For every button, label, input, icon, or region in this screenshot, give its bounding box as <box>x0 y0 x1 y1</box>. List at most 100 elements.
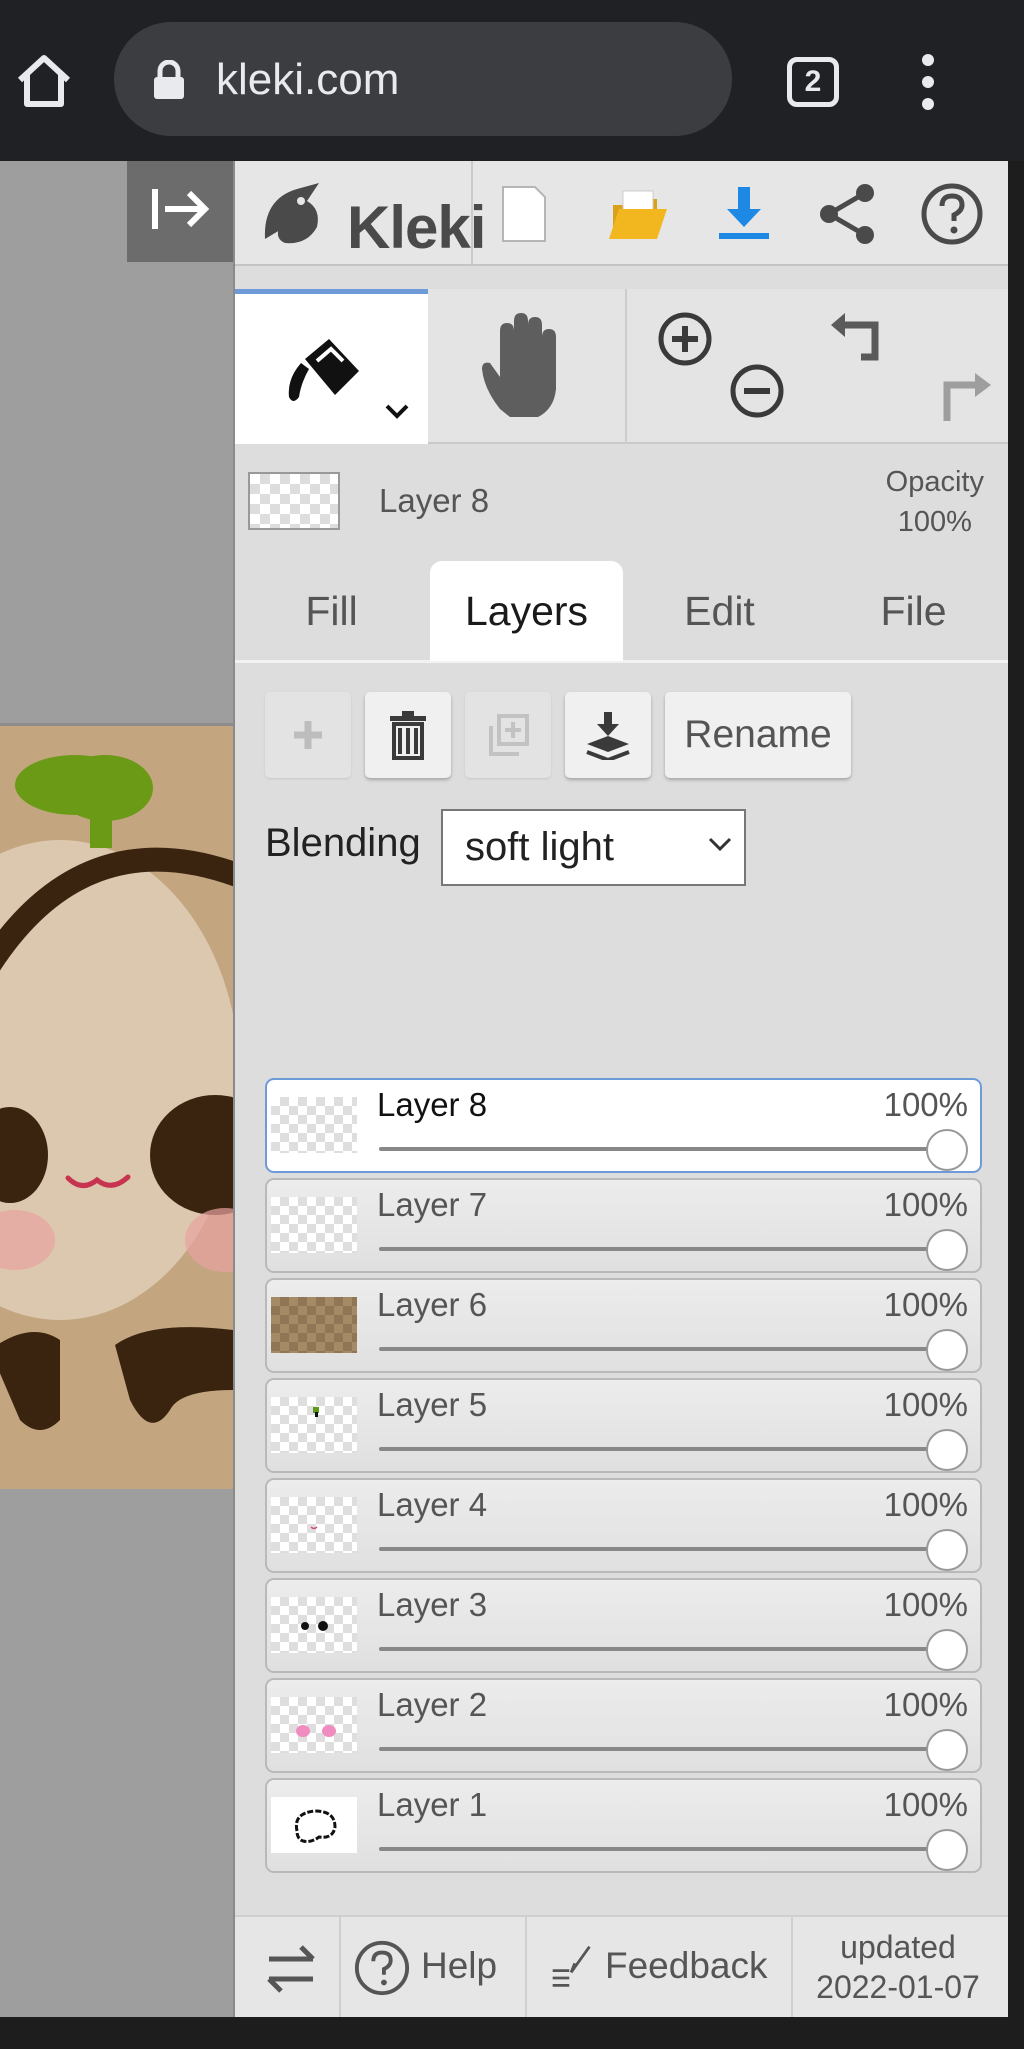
layers-tab-content: Rename Blending soft light Layer 8 100% … <box>235 666 1010 1911</box>
opacity-slider-track[interactable] <box>379 1447 949 1451</box>
swap-sides-icon[interactable] <box>261 1939 321 1999</box>
url-text[interactable]: kleki.com <box>216 50 399 110</box>
current-layer-info: Layer 8 Opacity 100% <box>235 444 1010 549</box>
blending-mode-value: soft light <box>465 825 614 869</box>
undo-icon[interactable] <box>827 309 887 369</box>
tool-panel: Kleki Layer 8 Opacity 100% Fill Layers E… <box>233 161 1010 2019</box>
duplicate-icon <box>489 714 529 756</box>
tab-switcher-button[interactable]: 2 <box>787 57 839 107</box>
opacity-slider-track[interactable] <box>379 1547 949 1551</box>
layer-row-5[interactable]: Layer 5 100% <box>265 1378 982 1473</box>
merge-down-button[interactable] <box>565 692 651 778</box>
zoom-in-icon[interactable] <box>655 309 715 369</box>
blending-mode-select[interactable]: soft light <box>441 809 746 886</box>
updated-label: updated <box>840 1929 956 1965</box>
opacity-slider-track[interactable] <box>379 1147 949 1151</box>
fill-tool-button[interactable] <box>235 289 428 444</box>
opacity-slider-handle[interactable] <box>926 1429 968 1471</box>
help-label[interactable]: Help <box>421 1945 497 1987</box>
opacity-slider-track[interactable] <box>379 1247 949 1251</box>
layer-opacity: 100% <box>883 1686 968 1723</box>
more-menu-icon[interactable] <box>910 52 946 112</box>
opacity-slider-handle[interactable] <box>926 1329 968 1371</box>
opacity-slider-handle[interactable] <box>926 1229 968 1271</box>
layer-row-4[interactable]: Layer 4 100% <box>265 1478 982 1573</box>
duplicate-layer-button[interactable] <box>465 692 551 778</box>
opacity-value: 100% <box>897 506 972 538</box>
current-layer-thumbnail <box>248 472 340 530</box>
opacity-slider-track[interactable] <box>379 1647 949 1651</box>
opacity-slider-track[interactable] <box>379 1347 949 1351</box>
opacity-label: Opacity <box>885 466 984 498</box>
hand-tool-button[interactable] <box>428 289 621 444</box>
help-icon[interactable] <box>919 181 985 247</box>
panel-tabs: Fill Layers Edit File <box>235 561 1010 663</box>
layer-row-2[interactable]: Layer 2 100% <box>265 1678 982 1773</box>
collapse-panel-button[interactable] <box>127 161 233 262</box>
layer-thumb-art <box>294 1809 337 1843</box>
layer-thumbnail <box>271 1097 357 1153</box>
layer-thumbnail <box>271 1397 357 1453</box>
address-bar[interactable] <box>114 22 732 136</box>
layer-name: Layer 7 <box>377 1186 488 1223</box>
app-name: Kleki <box>347 194 486 261</box>
trash-icon <box>390 711 426 760</box>
opacity-slider-track[interactable] <box>379 1847 949 1851</box>
layer-thumb-art <box>296 1725 336 1737</box>
panel-footer: Help Feedback updated 2022-01-07 <box>235 1915 1010 2019</box>
layer-thumbnail <box>271 1797 357 1853</box>
new-image-icon[interactable] <box>489 181 555 247</box>
layer-thumbnail <box>271 1297 357 1353</box>
layer-name: Layer 4 <box>377 1486 488 1523</box>
blending-label: Blending <box>265 821 421 865</box>
layer-row-1[interactable]: Layer 1 100% <box>265 1778 982 1873</box>
tab-fill[interactable]: Fill <box>235 561 428 661</box>
layer-thumbnail <box>271 1497 357 1553</box>
tab-edit[interactable]: Edit <box>623 561 816 661</box>
paint-bucket-icon <box>288 339 409 419</box>
lock-icon <box>154 60 184 99</box>
layer-row-3[interactable]: Layer 3 100% <box>265 1578 982 1673</box>
opacity-slider-track[interactable] <box>379 1747 949 1751</box>
layer-opacity: 100% <box>883 1286 968 1323</box>
opacity-slider-handle[interactable] <box>926 1829 968 1871</box>
layer-row-8[interactable]: Layer 8 100% <box>265 1078 982 1173</box>
toolbar-divider <box>471 161 473 266</box>
layer-opacity: 100% <box>883 1786 968 1823</box>
tab-file[interactable]: File <box>817 561 1010 661</box>
delete-layer-button[interactable] <box>365 692 451 778</box>
download-icon[interactable] <box>711 181 777 247</box>
screen-edge <box>1008 161 1024 2017</box>
add-layer-button[interactable] <box>265 692 351 778</box>
tool-row <box>235 289 1010 444</box>
feedback-pen-icon <box>552 1945 591 1987</box>
layer-row-7[interactable]: Layer 7 100% <box>265 1178 982 1273</box>
logo-icon <box>264 183 319 244</box>
layer-thumb-art <box>301 1621 328 1631</box>
zoom-controls <box>625 289 815 444</box>
updated-info: updated 2022-01-07 <box>793 1927 1003 2007</box>
zoom-out-icon[interactable] <box>727 361 787 421</box>
opacity-slider-handle[interactable] <box>926 1729 968 1771</box>
tab-layers[interactable]: Layers <box>430 561 623 661</box>
feedback-label[interactable]: Feedback <box>605 1945 768 1987</box>
open-folder-icon[interactable] <box>605 181 671 247</box>
home-icon[interactable] <box>14 50 74 110</box>
rename-layer-button[interactable]: Rename <box>665 692 851 778</box>
layer-name: Layer 5 <box>377 1386 488 1423</box>
opacity-slider-handle[interactable] <box>926 1529 968 1571</box>
collapse-arrow-icon <box>152 189 210 229</box>
updated-date: 2022-01-07 <box>816 1969 980 2005</box>
drawing-canvas[interactable] <box>0 560 233 1489</box>
layer-thumb-art <box>310 1526 318 1530</box>
opacity-slider-handle[interactable] <box>926 1629 968 1671</box>
history-controls <box>815 289 1010 444</box>
opacity-slider-handle[interactable] <box>926 1129 968 1171</box>
layer-thumbnail <box>271 1197 357 1253</box>
browser-toolbar: kleki.com 2 <box>0 0 1024 161</box>
current-layer-opacity: Opacity 100% <box>886 462 984 542</box>
redo-icon[interactable] <box>933 369 993 429</box>
layer-name: Layer 6 <box>377 1286 488 1323</box>
layer-row-6[interactable]: Layer 6 100% <box>265 1278 982 1373</box>
share-icon[interactable] <box>815 181 881 247</box>
